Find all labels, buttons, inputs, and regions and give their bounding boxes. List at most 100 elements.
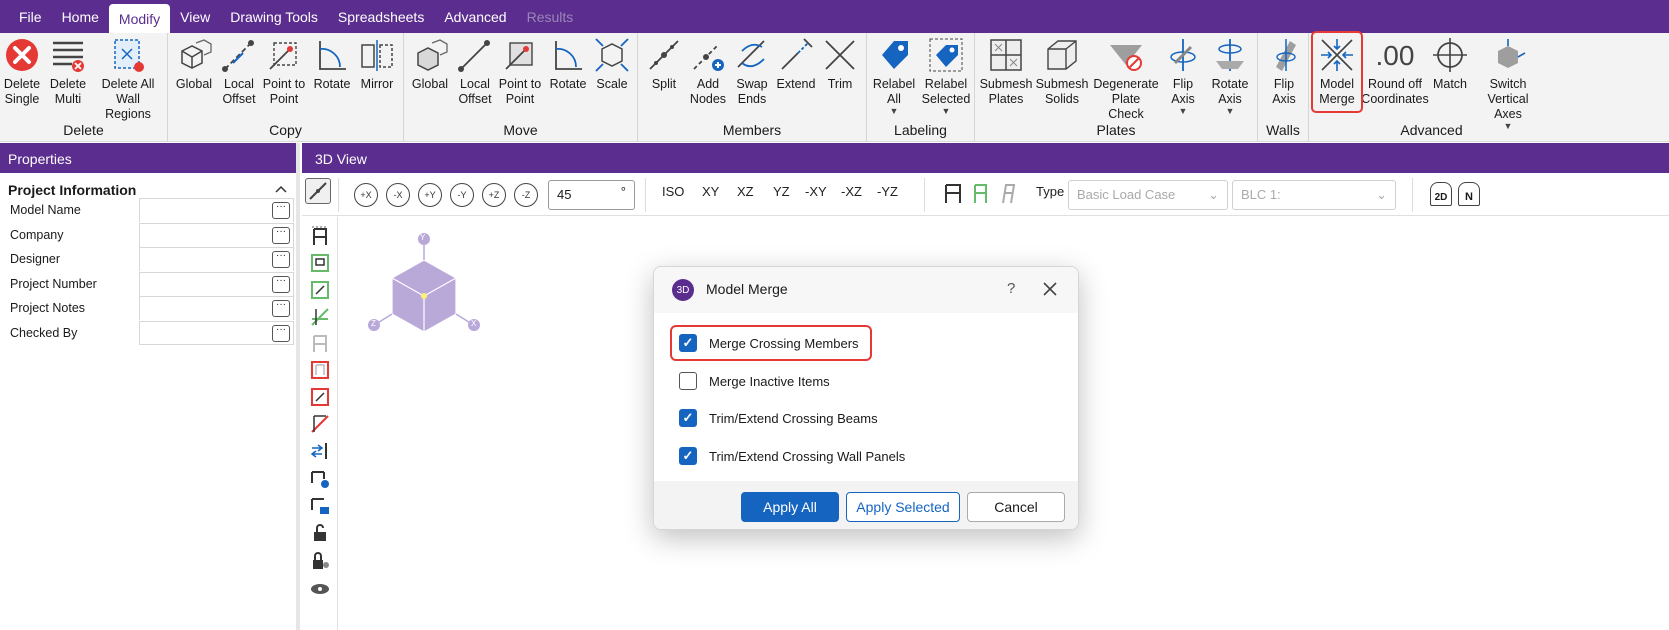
degenerate-plate-check-button[interactable]: Degenerate Plate Check: [1093, 35, 1159, 122]
menu-tab-view[interactable]: View: [170, 0, 220, 33]
option-trim-extend-crossing-wall-panels[interactable]: ✓ Trim/Extend Crossing Wall Panels: [679, 444, 905, 468]
option-trim-extend-crossing-beams[interactable]: ✓ Trim/Extend Crossing Beams: [679, 406, 878, 430]
blc-select[interactable]: BLC 1: ⌄: [1232, 180, 1396, 210]
switch-vertical-axes-button[interactable]: Switch Vertical Axes ▼: [1475, 35, 1541, 131]
checked-by-field[interactable]: ···: [139, 320, 294, 345]
more-button[interactable]: ···: [272, 250, 290, 268]
move-local-offset-button[interactable]: Local Offset: [454, 35, 496, 107]
help-button[interactable]: ?: [1007, 280, 1015, 297]
copy-local-offset-button[interactable]: Local Offset: [218, 35, 260, 107]
view-neg-yz-button[interactable]: -YZ: [877, 184, 898, 199]
view-xz-button[interactable]: XZ: [737, 184, 754, 199]
rotation-angle-input[interactable]: 45 °: [548, 180, 635, 210]
add-nodes-button[interactable]: Add Nodes: [688, 35, 728, 107]
option-merge-inactive-items[interactable]: Merge Inactive Items: [679, 369, 830, 393]
copy-mirror-button[interactable]: Mirror: [356, 35, 398, 92]
delete-multi-button[interactable]: Delete Multi: [48, 35, 88, 107]
more-button[interactable]: ···: [272, 201, 290, 219]
frame-grey-icon[interactable]: [310, 334, 330, 354]
diagonal-green-icon[interactable]: [310, 307, 330, 327]
split-button[interactable]: Split: [644, 35, 684, 92]
lock-view-icon[interactable]: [310, 551, 330, 571]
plate-green-icon[interactable]: [310, 280, 330, 300]
walls-flip-axis-button[interactable]: Flip Axis: [1264, 35, 1304, 107]
toggle-2d-button[interactable]: 2D: [1430, 182, 1452, 206]
menu-tab-file[interactable]: File: [0, 0, 52, 33]
delete-all-wall-regions-button[interactable]: Delete All Wall Regions: [94, 35, 162, 122]
load-display-green-icon[interactable]: [970, 183, 992, 208]
project-number-field[interactable]: ···: [139, 271, 294, 296]
plates-flip-axis-button[interactable]: Flip Axis ▼: [1163, 35, 1203, 116]
close-button[interactable]: [1042, 276, 1058, 303]
unlock-icon[interactable]: [310, 523, 330, 543]
view-xy-button[interactable]: XY: [702, 184, 719, 199]
settings-frame-icon[interactable]: [310, 469, 330, 489]
apply-selected-button[interactable]: Apply Selected: [846, 492, 960, 522]
checkbox-merge-inactive-items[interactable]: [679, 372, 697, 390]
view-iso-button[interactable]: ISO: [662, 184, 684, 199]
load-display-italic-icon[interactable]: [996, 183, 1018, 208]
panel-splitter[interactable]: [296, 143, 300, 630]
more-button[interactable]: ···: [272, 275, 290, 293]
submesh-solids-button[interactable]: Submesh Solids: [1036, 35, 1088, 107]
frame-red-icon[interactable]: [310, 360, 330, 380]
more-button[interactable]: ···: [272, 299, 290, 317]
copy-global-button[interactable]: Global: [174, 35, 214, 92]
rotate-minus-z-button[interactable]: -Z: [514, 183, 538, 207]
draw-member-icon[interactable]: [305, 178, 331, 204]
menu-tab-modify[interactable]: Modify: [108, 4, 171, 33]
diagonal-red-icon[interactable]: [310, 414, 330, 434]
match-button[interactable]: Match: [1429, 35, 1471, 92]
more-button[interactable]: ···: [272, 226, 290, 244]
rotate-plus-y-button[interactable]: +Y: [418, 183, 442, 207]
lock-frame-icon[interactable]: [310, 496, 330, 516]
apply-all-button[interactable]: Apply All: [741, 492, 839, 522]
rotate-minus-y-button[interactable]: -Y: [450, 183, 474, 207]
plates-rotate-axis-button[interactable]: Rotate Axis ▼: [1207, 35, 1253, 116]
view-neg-xy-button[interactable]: -XY: [805, 184, 827, 199]
cancel-button[interactable]: Cancel: [967, 492, 1065, 522]
delete-single-button[interactable]: Delete Single: [2, 35, 42, 107]
move-scale-button[interactable]: Scale: [592, 35, 632, 92]
align-icon[interactable]: [310, 441, 330, 461]
view-yz-button[interactable]: YZ: [773, 184, 790, 199]
company-field[interactable]: ···: [139, 222, 294, 247]
relabel-all-button[interactable]: Relabel All ▼: [873, 35, 915, 116]
orientation-cube[interactable]: Y Z X: [362, 230, 482, 340]
move-rotate-button[interactable]: Rotate: [546, 35, 590, 92]
option-merge-crossing-members[interactable]: ✓ Merge Crossing Members: [679, 331, 859, 355]
menu-tab-drawing-tools[interactable]: Drawing Tools: [220, 0, 328, 33]
project-notes-field[interactable]: ···: [139, 295, 294, 320]
menu-tab-home[interactable]: Home: [52, 0, 109, 33]
frame-icon[interactable]: [310, 227, 330, 247]
chevron-up-icon[interactable]: [274, 182, 288, 196]
rotate-plus-z-button[interactable]: +Z: [482, 183, 506, 207]
copy-rotate-button[interactable]: Rotate: [310, 35, 354, 92]
relabel-selected-button[interactable]: Relabel Selected ▼: [921, 35, 971, 116]
move-point-to-point-button[interactable]: Point to Point: [498, 35, 542, 107]
trim-button[interactable]: Trim: [820, 35, 860, 92]
more-button[interactable]: ···: [272, 324, 290, 342]
toggle-n-button[interactable]: N: [1458, 182, 1480, 206]
checkbox-trim-extend-crossing-wall-panels[interactable]: ✓: [679, 447, 697, 465]
rotate-minus-x-button[interactable]: -X: [386, 183, 410, 207]
rotate-plus-x-button[interactable]: +X: [354, 183, 378, 207]
submesh-plates-button[interactable]: Submesh Plates: [980, 35, 1032, 107]
load-type-select[interactable]: Basic Load Case ⌄: [1068, 180, 1228, 210]
menu-tab-advanced[interactable]: Advanced: [434, 0, 516, 33]
designer-field[interactable]: ···: [139, 246, 294, 271]
extend-button[interactable]: Extend: [776, 35, 816, 92]
move-global-button[interactable]: Global: [410, 35, 450, 92]
model-name-field[interactable]: ···: [139, 197, 294, 222]
copy-point-to-point-button[interactable]: Point to Point: [262, 35, 306, 107]
view-neg-xz-button[interactable]: -XZ: [841, 184, 862, 199]
eye-icon[interactable]: [310, 579, 330, 599]
menu-tab-spreadsheets[interactable]: Spreadsheets: [328, 0, 434, 33]
checkbox-trim-extend-crossing-beams[interactable]: ✓: [679, 409, 697, 427]
plate-red-icon[interactable]: [310, 387, 330, 407]
round-off-coordinates-button[interactable]: .00 Round off Coordinates: [1361, 35, 1428, 107]
load-display-icon[interactable]: [942, 183, 964, 208]
frame-green-icon[interactable]: [310, 253, 330, 273]
swap-ends-button[interactable]: Swap Ends: [732, 35, 772, 107]
checkbox-merge-crossing-members[interactable]: ✓: [679, 334, 697, 352]
